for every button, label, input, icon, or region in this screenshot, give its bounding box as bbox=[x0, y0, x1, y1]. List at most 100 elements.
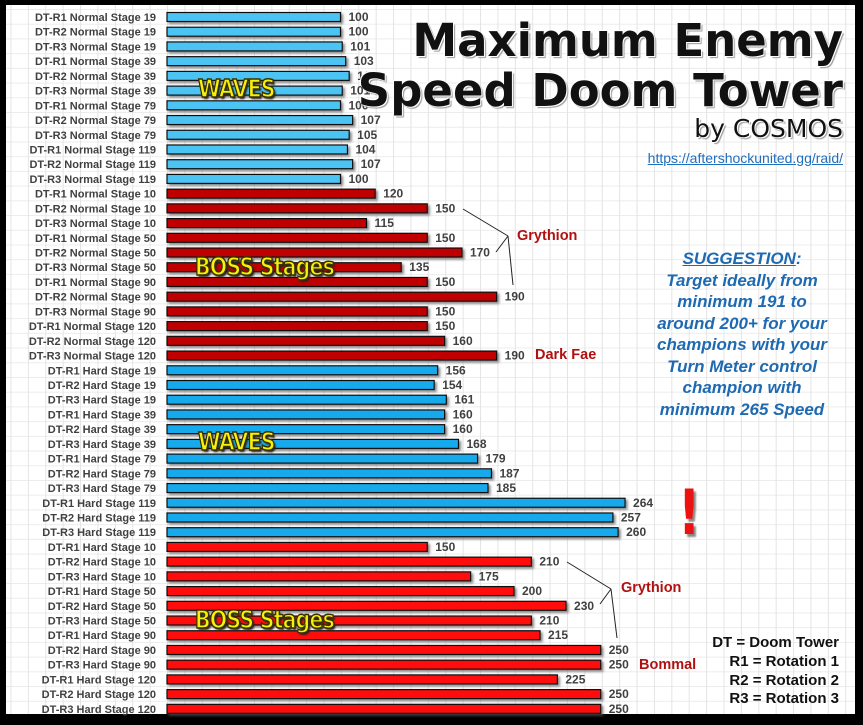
category-label: DT-R1 Normal Stage 39 bbox=[35, 56, 156, 68]
category-label: DT-R3 Hard Stage 50 bbox=[48, 616, 156, 628]
value-label: 105 bbox=[357, 128, 377, 142]
overlay-boss-hard: BOSS Stages bbox=[194, 604, 335, 635]
category-label: DT-R1 Hard Stage 50 bbox=[48, 586, 156, 598]
value-label: 150 bbox=[435, 319, 455, 333]
category-label: DT-R1 Hard Stage 19 bbox=[48, 365, 156, 377]
bar bbox=[166, 306, 428, 317]
value-label: 100 bbox=[349, 10, 369, 24]
value-label: 150 bbox=[435, 231, 455, 245]
category-label: DT-R1 Normal Stage 120 bbox=[29, 321, 156, 333]
value-label: 210 bbox=[539, 555, 559, 569]
category-label: DT-R2 Normal Stage 90 bbox=[35, 292, 156, 304]
bar bbox=[166, 659, 602, 670]
bar bbox=[166, 644, 602, 656]
category-label: DT-R2 Hard Stage 50 bbox=[48, 601, 156, 613]
value-label: 170 bbox=[470, 246, 490, 260]
value-label: 260 bbox=[626, 525, 646, 539]
value-label: 150 bbox=[435, 201, 455, 215]
category-label: DT-R1 Normal Stage 19 bbox=[35, 12, 156, 24]
category-label: DT-R3 Normal Stage 120 bbox=[29, 351, 156, 363]
bar bbox=[166, 114, 354, 126]
legend-line: R1 = Rotation 1 bbox=[729, 653, 839, 670]
value-label: 175 bbox=[479, 569, 499, 583]
legend-line: DT = Doom Tower bbox=[712, 634, 839, 651]
value-label: 210 bbox=[539, 614, 559, 628]
bar bbox=[166, 482, 489, 494]
category-label: DT-R2 Normal Stage 120 bbox=[29, 336, 156, 348]
category-label: DT-R2 Hard Stage 10 bbox=[48, 557, 156, 569]
bar bbox=[166, 674, 558, 685]
bar bbox=[166, 41, 343, 52]
chart-byline: by COSMOS bbox=[694, 114, 843, 143]
bar bbox=[166, 585, 515, 597]
category-label: DT-R2 Hard Stage 120 bbox=[42, 689, 156, 701]
category-label: DT-R3 Hard Stage 39 bbox=[48, 439, 156, 451]
category-label: DT-R3 Normal Stage 119 bbox=[29, 174, 156, 186]
bar bbox=[166, 541, 428, 553]
category-label: DT-R3 Hard Stage 79 bbox=[48, 483, 156, 495]
category-label: DT-R3 Hard Stage 19 bbox=[48, 395, 156, 407]
annotation-grythion-hard: Grythion bbox=[621, 580, 682, 596]
category-label: DT-R3 Normal Stage 19 bbox=[35, 41, 156, 53]
value-label: 120 bbox=[383, 187, 403, 201]
category-label: DT-R2 Normal Stage 119 bbox=[29, 159, 156, 171]
connector-line bbox=[462, 208, 509, 237]
value-label: 200 bbox=[522, 584, 542, 598]
bar bbox=[166, 159, 354, 170]
category-label: DT-R1 Normal Stage 90 bbox=[35, 277, 156, 289]
value-label: 160 bbox=[453, 422, 473, 436]
bar bbox=[166, 527, 619, 538]
connector-line bbox=[566, 561, 612, 590]
value-label: 160 bbox=[453, 407, 473, 421]
bar bbox=[166, 203, 428, 214]
category-label: DT-R1 Normal Stage 119 bbox=[29, 144, 156, 156]
overlay-waves-hard: WAVES bbox=[197, 426, 276, 457]
value-label: 179 bbox=[486, 452, 506, 466]
bar bbox=[166, 129, 350, 140]
category-label: DT-R2 Normal Stage 39 bbox=[35, 71, 156, 83]
value-label: 160 bbox=[453, 334, 473, 348]
value-label: 150 bbox=[435, 540, 455, 554]
value-label: 187 bbox=[499, 466, 519, 480]
category-label: DT-R1 Hard Stage 90 bbox=[48, 630, 156, 642]
value-label: 230 bbox=[574, 599, 594, 613]
bar bbox=[166, 335, 446, 346]
annotation-grythion-normal: Grythion bbox=[517, 228, 578, 244]
category-label: DT-R3 Normal Stage 50 bbox=[35, 262, 156, 274]
value-label: 150 bbox=[435, 275, 455, 289]
suggestion-line: Target ideally from bbox=[666, 270, 818, 290]
bar bbox=[166, 11, 342, 23]
category-label: DT-R3 Normal Stage 90 bbox=[35, 306, 156, 318]
chart-title-line2: Speed Doom Tower bbox=[357, 64, 843, 117]
category-label: DT-R3 Hard Stage 119 bbox=[42, 527, 156, 539]
value-label: 100 bbox=[349, 172, 369, 186]
value-label: 115 bbox=[375, 216, 395, 230]
bar bbox=[166, 409, 446, 420]
value-label: 135 bbox=[409, 260, 429, 274]
value-label: 215 bbox=[548, 628, 568, 642]
category-label: DT-R1 Hard Stage 39 bbox=[48, 409, 156, 421]
value-label: 185 bbox=[496, 481, 516, 495]
category-label: DT-R2 Hard Stage 19 bbox=[48, 380, 156, 392]
legend-line: R2 = Rotation 2 bbox=[729, 672, 839, 689]
annotation-bommal: Bommal bbox=[639, 657, 697, 673]
category-label: DT-R1 Normal Stage 50 bbox=[35, 233, 156, 245]
value-label: 250 bbox=[609, 702, 629, 716]
value-label: 107 bbox=[361, 157, 381, 171]
chart-title-line1: Maximum Enemy bbox=[412, 14, 843, 67]
bar bbox=[166, 173, 342, 185]
value-label: 225 bbox=[565, 672, 585, 686]
source-link[interactable]: https://aftershockunited.gg/raid/ bbox=[648, 150, 843, 166]
value-label: 150 bbox=[435, 304, 455, 318]
bar bbox=[166, 144, 349, 155]
category-labels: DT-R1 Normal Stage 19 DT-R2 Normal Stage … bbox=[29, 12, 156, 716]
suggestion-line: minimum 191 to bbox=[677, 292, 807, 311]
bar bbox=[166, 365, 439, 376]
category-label: DT-R1 Hard Stage 10 bbox=[48, 542, 156, 554]
category-label: DT-R2 Normal Stage 10 bbox=[35, 203, 156, 215]
category-label: DT-R1 Normal Stage 79 bbox=[35, 100, 156, 112]
value-label: 168 bbox=[466, 437, 486, 451]
value-label: 100 bbox=[349, 25, 369, 39]
exclamation-icon: ! bbox=[677, 476, 701, 549]
value-label: 190 bbox=[505, 349, 525, 363]
